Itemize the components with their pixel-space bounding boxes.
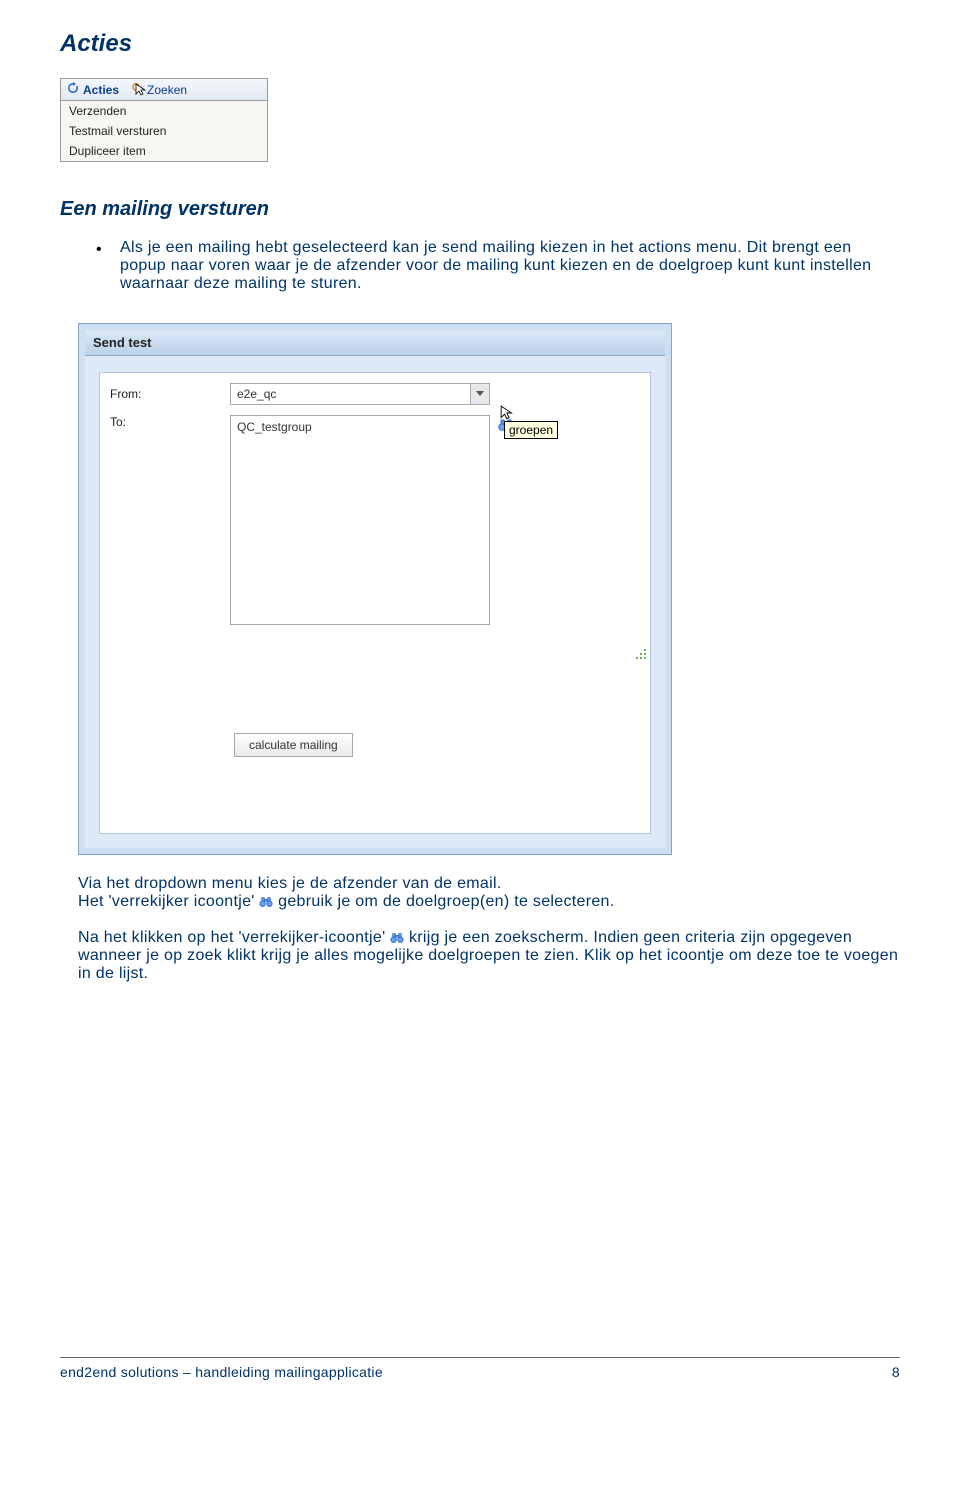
refresh-icon	[67, 82, 79, 97]
tab-acties-label: Acties	[83, 83, 119, 97]
bullet-paragraph: Als je een mailing hebt geselecteerd kan…	[120, 239, 900, 293]
send-test-dialog: Send test From: e2e_qc To: QC_testgroup	[78, 323, 672, 855]
tab-zoeken-label: Zoeken	[147, 83, 187, 97]
to-row: To: QC_testgroup	[110, 415, 640, 625]
acties-menu: Acties Zoeken Verzenden Testmail verstur…	[60, 78, 268, 162]
to-label: To:	[110, 415, 230, 429]
para3-pre: Na het klikken op het 'verrekijker-icoon…	[78, 929, 390, 946]
para2a-text: Via het dropdown menu kies je de afzende…	[78, 875, 502, 892]
subheading: Een mailing versturen	[60, 198, 900, 221]
tab-acties[interactable]: Acties	[67, 82, 119, 97]
tooltip-groepen: groepen	[504, 421, 558, 439]
from-value: e2e_qc	[237, 387, 276, 401]
para-dropdown-afzender: Via het dropdown menu kies je de afzende…	[78, 875, 900, 911]
dropdown-button[interactable]	[470, 384, 489, 404]
menu-item-testmail[interactable]: Testmail versturen	[61, 121, 267, 141]
dialog-title: Send test	[85, 330, 665, 356]
footer-text: end2end solutions – handleiding mailinga…	[60, 1364, 383, 1380]
cursor-icon	[135, 83, 149, 97]
page-heading: Acties	[60, 30, 900, 58]
para2b-pre: Het 'verrekijker icoontje'	[78, 893, 259, 910]
calculate-mailing-button[interactable]: calculate mailing	[234, 733, 353, 757]
from-select[interactable]: e2e_qc	[230, 383, 490, 405]
from-row: From: e2e_qc	[110, 383, 640, 405]
to-listbox[interactable]: QC_testgroup	[230, 415, 490, 625]
page-footer: end2end solutions – handleiding mailinga…	[60, 1357, 900, 1380]
from-label: From:	[110, 387, 230, 401]
menu-header: Acties Zoeken	[61, 79, 267, 101]
resize-handle-icon	[634, 647, 648, 661]
chevron-down-icon	[476, 391, 484, 397]
para2b-post: gebruik je om de doelgroep(en) te select…	[278, 893, 614, 910]
menu-item-verzenden[interactable]: Verzenden	[61, 101, 267, 121]
menu-item-dupliceer[interactable]: Dupliceer item	[61, 141, 267, 161]
para-verrekijker-icoontje: Na het klikken op het 'verrekijker-icoon…	[78, 929, 900, 983]
page-number: 8	[892, 1364, 900, 1380]
binoculars-icon	[259, 895, 273, 907]
to-value: QC_testgroup	[237, 420, 312, 434]
binoculars-icon	[390, 931, 404, 943]
